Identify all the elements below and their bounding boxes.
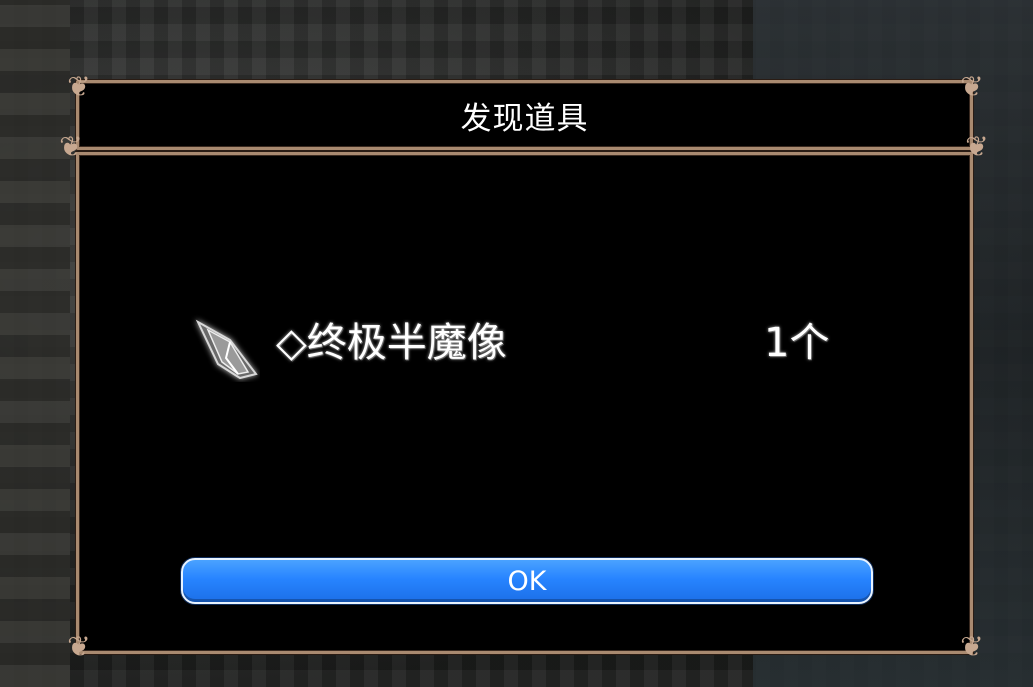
ornament-corner-icon: ❦ bbox=[965, 130, 989, 163]
crystal-shard-icon bbox=[195, 319, 258, 380]
dialog-title-bar: 发现道具 bbox=[76, 80, 973, 150]
dialog-title: 发现道具 bbox=[460, 100, 589, 137]
ornament-corner-icon: ❦ bbox=[960, 630, 984, 663]
ornament-corner-icon: ❦ bbox=[67, 630, 91, 663]
ornament-corner-icon: ❦ bbox=[960, 70, 984, 103]
ok-button[interactable]: OK bbox=[181, 558, 873, 604]
ornament-corner-icon: ❦ bbox=[67, 70, 91, 103]
item-name: ◇终极半魔像 bbox=[276, 320, 507, 366]
background-wall-left bbox=[0, 0, 70, 687]
item-quantity: 1个 bbox=[764, 320, 830, 366]
found-item-row: ◇终极半魔像 1个 bbox=[190, 312, 840, 382]
ornament-corner-icon: ❦ bbox=[59, 130, 83, 163]
